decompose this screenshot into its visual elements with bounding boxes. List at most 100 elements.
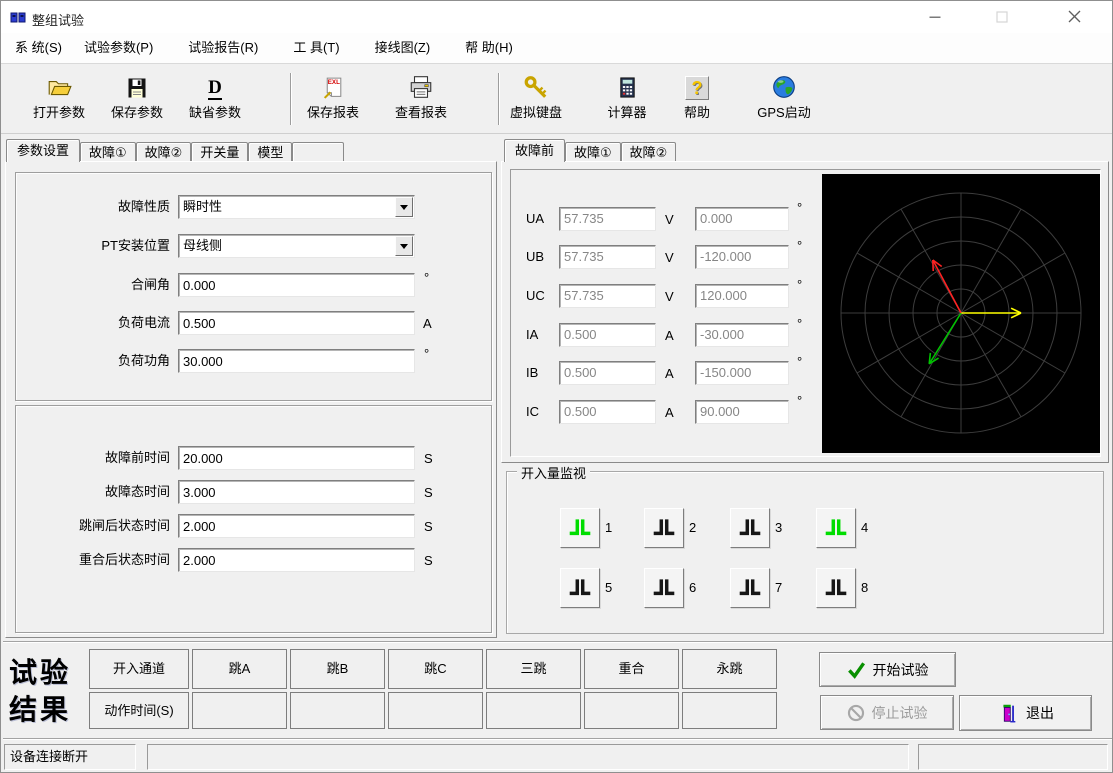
fault-nature-combobox[interactable]: 瞬时性: [178, 195, 415, 219]
contact-symbol-icon: [737, 515, 763, 541]
di-channel-5-button[interactable]: [560, 568, 600, 608]
di-channel-6-button[interactable]: [644, 568, 684, 608]
toolbar: 打开参数 保存参数 D 缺省参数: [1, 63, 1112, 134]
uc-angle: 120.000: [696, 285, 788, 307]
tab-fault-1[interactable]: 故障①: [80, 142, 136, 162]
close-button[interactable]: [1051, 1, 1097, 32]
print-report-icon: [382, 70, 460, 100]
toolbar-label: 保存报表: [294, 102, 372, 121]
toolbar-label: 缺省参数: [176, 102, 254, 121]
phasor-row-name: IA: [526, 323, 552, 347]
toolbar-label: 查看报表: [382, 102, 460, 121]
di-channel-2-button[interactable]: [644, 508, 684, 548]
menu-item-tools[interactable]: 工 具(T): [282, 33, 350, 63]
calculator-button[interactable]: 计算器: [588, 70, 666, 121]
prefault-time-label: 故障前时间: [30, 446, 170, 470]
tab-prefault[interactable]: 故障前: [504, 139, 565, 162]
maximize-button[interactable]: [979, 1, 1025, 32]
post-reclose-time-input[interactable]: [179, 549, 414, 571]
ua-mag-unit: V: [665, 212, 674, 227]
toolbar-label: 保存参数: [98, 102, 176, 121]
toolbar-separator: [290, 73, 292, 125]
tab-fault-2[interactable]: 故障②: [136, 142, 192, 162]
start-test-button[interactable]: 开始试验: [819, 652, 956, 687]
post-trip-time-input[interactable]: [179, 515, 414, 537]
menu-item-system[interactable]: 系 统(S): [4, 33, 73, 63]
toolbar-label: 帮助: [658, 102, 736, 121]
gps-globe-icon: [745, 70, 823, 100]
ib-ang-unit: °: [797, 354, 802, 369]
virtual-keyboard-key-icon: [497, 70, 575, 100]
start-test-label: 开始试验: [873, 660, 929, 680]
save-floppy-icon: [98, 70, 176, 100]
contact-symbol-icon: [567, 515, 593, 541]
load-current-unit: A: [423, 316, 432, 331]
load-angle-label: 负荷功角: [30, 349, 170, 373]
open-params-button[interactable]: 打开参数: [20, 70, 98, 121]
close-angle-input[interactable]: [179, 274, 414, 296]
tab-switch-quantity[interactable]: 开关量: [191, 142, 248, 162]
prefault-time-input[interactable]: [179, 447, 414, 469]
contact-symbol-icon: [823, 515, 849, 541]
menu-item-test-report[interactable]: 试验报告(R): [177, 33, 269, 63]
prefault-time-field-wrap: [178, 446, 415, 470]
uc-mag-unit: V: [665, 289, 674, 304]
virtual-keyboard-button[interactable]: 虚拟键盘: [497, 70, 575, 121]
fault-nature-value: 瞬时性: [183, 196, 222, 218]
phasor-row-name: UB: [526, 245, 552, 269]
load-current-input[interactable]: [179, 312, 414, 334]
menu-item-help[interactable]: 帮 助(H): [454, 33, 524, 63]
ub-ang-unit: °: [797, 238, 802, 253]
view-report-button[interactable]: 查看报表: [382, 70, 460, 121]
stop-test-button[interactable]: 停止试验: [820, 695, 954, 730]
gps-start-button[interactable]: GPS启动: [745, 70, 823, 121]
toolbar-label: GPS启动: [745, 102, 823, 121]
toolbar-label: 虚拟键盘: [497, 102, 575, 121]
status-connection: 设备连接断开: [4, 744, 136, 770]
pt-position-value: 母线侧: [183, 235, 222, 257]
menu-item-wiring-diagram[interactable]: 接线图(Z): [364, 33, 442, 63]
dropdown-arrow-icon[interactable]: [395, 197, 413, 217]
di-channel-3-button[interactable]: [730, 508, 770, 548]
maximize-icon: [996, 11, 1008, 23]
save-report-button[interactable]: EXL 保存报表: [294, 70, 372, 121]
save-params-button[interactable]: 保存参数: [98, 70, 176, 121]
menu-item-test-params[interactable]: 试验参数(P): [73, 33, 164, 63]
tab-fault-2-right[interactable]: 故障②: [621, 142, 677, 162]
di-channel-5-label: 5: [605, 568, 612, 608]
di-channel-7-button[interactable]: [730, 568, 770, 608]
param-settings-page: 故障性质 瞬时性 PT安装位置 母线侧 合闸角 ° 负荷电流 A 负荷功角 ° …: [5, 161, 497, 638]
tab-fault-1-right[interactable]: 故障①: [565, 142, 621, 162]
prefault-page: UA 57.735 V 0.000 ° UB 57.735 V -120.000…: [501, 161, 1109, 463]
close-angle-label: 合闸角: [30, 273, 170, 297]
ua-ang-unit: °: [797, 200, 802, 215]
post-trip-time-field-wrap: [178, 514, 415, 538]
fault-time-input[interactable]: [179, 481, 414, 503]
phasor-panel: UA 57.735 V 0.000 ° UB 57.735 V -120.000…: [510, 169, 1101, 457]
uc-ang-unit: °: [797, 277, 802, 292]
default-params-button[interactable]: D 缺省参数: [176, 70, 254, 121]
di-channel-1-button[interactable]: [560, 508, 600, 548]
di-channel-1-label: 1: [605, 508, 612, 548]
exit-button[interactable]: 退出: [959, 695, 1092, 731]
di-channel-4-label: 4: [861, 508, 868, 548]
pt-position-combobox[interactable]: 母线侧: [178, 234, 415, 258]
menu-bar: 系 统(S) 试验参数(P) 试验报告(R) 工 具(T) 接线图(Z) 帮 助…: [1, 33, 1112, 63]
load-angle-input[interactable]: [179, 350, 414, 372]
help-button[interactable]: ? 帮助: [658, 70, 736, 121]
status-text: 设备连接断开: [10, 749, 88, 764]
ic-magnitude: 0.500: [560, 401, 655, 423]
phasor-diagram: [822, 174, 1100, 453]
export-report-icon: EXL: [294, 70, 372, 100]
close-angle-unit: °: [424, 270, 429, 285]
di-channel-7-label: 7: [775, 568, 782, 608]
tab-param-settings[interactable]: 参数设置: [6, 139, 80, 162]
di-channel-3-label: 3: [775, 508, 782, 548]
tab-model[interactable]: 模型: [248, 142, 292, 162]
di-channel-4-button[interactable]: [816, 508, 856, 548]
fault-nature-label: 故障性质: [30, 195, 170, 219]
dropdown-arrow-icon[interactable]: [395, 236, 413, 256]
minimize-button[interactable]: [912, 1, 958, 32]
di-channel-8-button[interactable]: [816, 568, 856, 608]
result-col-header: 跳A: [192, 649, 287, 689]
